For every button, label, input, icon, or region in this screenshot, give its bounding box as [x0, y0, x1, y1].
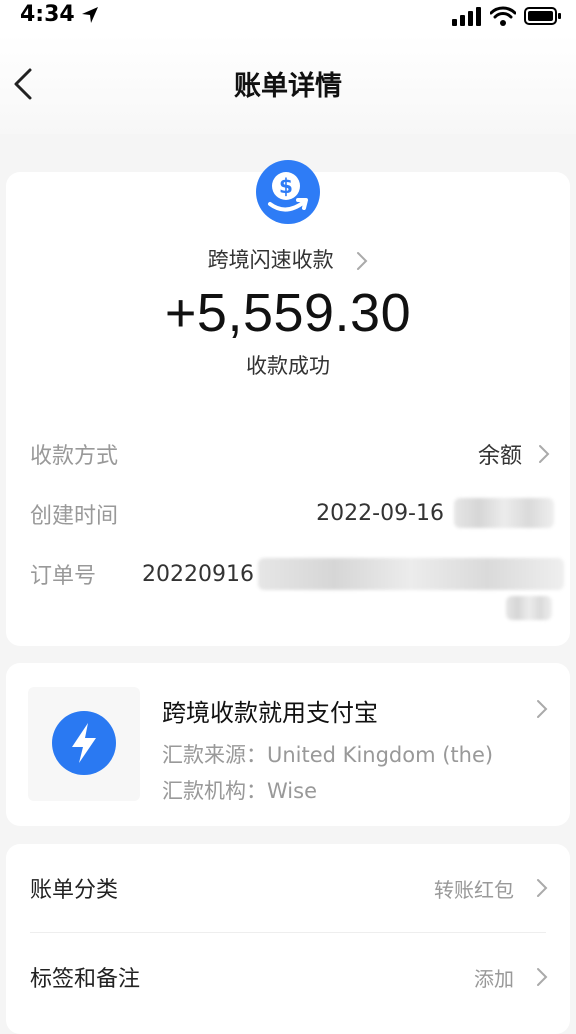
promo-title: 跨境收款就用支付宝 [162, 699, 378, 727]
svg-text:$: $ [279, 174, 293, 198]
redacted-order-number-continued [506, 596, 552, 620]
order-number-label: 订单号 [30, 564, 97, 589]
chevron-right-icon [537, 968, 548, 986]
remittance-source-label: 汇款来源： [162, 743, 267, 767]
business-name: 跨境闪速收款 [207, 248, 334, 272]
status-time: 4:34 [20, 2, 75, 27]
order-number-value: 20220916 [142, 561, 254, 587]
wifi-icon [490, 6, 516, 26]
chevron-right-icon [537, 879, 548, 897]
remittance-institution: 汇款机构：Wise [162, 775, 317, 805]
cellular-signal-icon [452, 7, 481, 26]
chevron-right-icon [357, 252, 368, 270]
promo-card[interactable]: 跨境收款就用支付宝 汇款来源：United Kingdom (the) 汇款机构… [6, 663, 570, 826]
redacted-order-number [257, 558, 564, 590]
promo-icon-container [28, 687, 140, 801]
bill-category-value: 转账红包 [434, 878, 514, 902]
created-time-label: 创建时间 [30, 504, 119, 529]
bill-category-label: 账单分类 [30, 878, 119, 903]
lightning-icon [52, 711, 116, 775]
redacted-time [454, 498, 554, 528]
bill-category-row[interactable]: 账单分类 转账红包 [6, 844, 570, 932]
payment-method-row[interactable]: 余额 [478, 438, 550, 470]
status-bar: 4:34 [0, 0, 576, 34]
bill-summary-card: $ 跨境闪速收款 +5,559.30 收款成功 收款方式 余额 创建时间 202… [6, 160, 570, 646]
payment-method-label: 收款方式 [30, 444, 119, 469]
location-arrow-icon [82, 7, 98, 23]
tags-notes-row[interactable]: 标签和备注 添加 [6, 933, 570, 1021]
tags-notes-label: 标签和备注 [30, 967, 141, 992]
remittance-institution-label: 汇款机构： [162, 779, 267, 803]
payment-method-value: 余额 [477, 444, 522, 469]
amount: +5,559.30 [164, 283, 412, 343]
cross-border-receipt-logo-icon: $ [256, 160, 320, 224]
page-title: 账单详情 [234, 71, 342, 102]
bill-settings-card: 账单分类 转账红包 标签和备注 添加 [6, 844, 570, 1034]
remittance-source-value: United Kingdom (the) [267, 743, 494, 767]
chevron-right-icon [537, 700, 548, 718]
battery-icon [524, 7, 561, 25]
order-number-row: 20220916 [142, 558, 564, 590]
remittance-institution-value: Wise [267, 779, 317, 803]
created-time-value: 2022-09-16 [316, 500, 444, 526]
business-name-link[interactable]: 跨境闪速收款 [6, 244, 570, 274]
remittance-source: 汇款来源：United Kingdom (the) [162, 739, 493, 769]
chevron-right-icon [539, 445, 550, 463]
status-indicators [452, 6, 562, 26]
tags-notes-value: 添加 [474, 967, 514, 991]
created-time-row: 2022-09-16 [316, 498, 554, 528]
transaction-status: 收款成功 [246, 354, 330, 378]
nav-bar: 账单详情 [0, 34, 576, 134]
